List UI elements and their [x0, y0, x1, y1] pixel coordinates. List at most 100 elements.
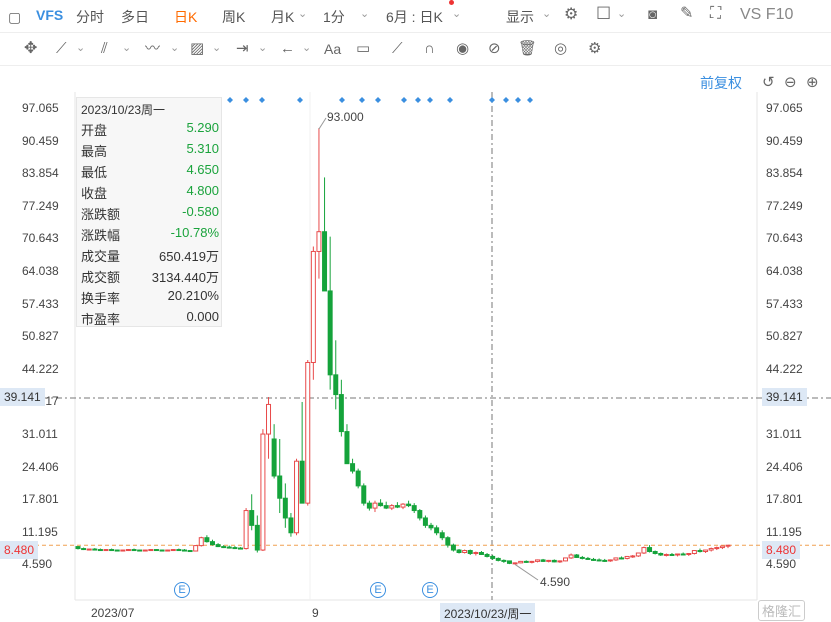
candle-body	[277, 475, 283, 499]
candle-body	[271, 438, 277, 477]
info-date: 2023/10/23周一	[81, 103, 166, 117]
candle-body	[316, 231, 322, 252]
candle-body	[495, 557, 501, 561]
event-diamond	[375, 97, 381, 103]
info-key: 最低	[81, 165, 108, 180]
event-diamond	[227, 97, 233, 103]
candle-body	[675, 553, 681, 556]
candle-body	[579, 556, 585, 559]
candle-body	[714, 547, 720, 550]
info-key: 涨跌额	[81, 207, 121, 222]
y-tick-label-right: 70.643	[766, 231, 803, 246]
candle-body	[624, 555, 630, 559]
candle-body	[473, 552, 479, 555]
candle-body	[534, 559, 540, 562]
candle-body	[462, 550, 468, 554]
candle-body	[518, 560, 524, 564]
candle-body	[680, 553, 686, 556]
y-tick-label-left: 17.801	[22, 492, 59, 507]
y-tick-label-right: 17.801	[766, 492, 803, 507]
candle-body	[563, 557, 568, 562]
event-marker[interactable]: E	[370, 582, 386, 598]
candle-body	[209, 541, 215, 546]
candle-body	[266, 403, 272, 435]
candle-body	[546, 559, 552, 562]
info-value: 20.210%	[167, 288, 219, 303]
y-tick-label-left: 57.433	[22, 296, 59, 311]
candle-body	[142, 549, 148, 552]
event-marker[interactable]: E	[174, 582, 190, 598]
candle-body	[109, 549, 115, 552]
candle-body	[389, 505, 395, 509]
event-diamond	[415, 97, 421, 103]
info-row: 涨跌幅 -10.78%	[81, 225, 219, 246]
crosshair-date-tag: 2023/10/23/周一	[440, 603, 536, 622]
candle-body	[366, 502, 372, 509]
info-value: 3134.440万	[151, 270, 219, 285]
candle-body	[725, 544, 731, 547]
candle-body	[221, 546, 227, 549]
candle-body	[641, 547, 647, 554]
candle-body	[417, 510, 423, 519]
candle-body	[137, 549, 143, 552]
candle-body	[434, 527, 440, 534]
candle-body	[635, 552, 641, 557]
candle-body	[523, 560, 529, 563]
candle-body	[400, 503, 406, 508]
info-value: -10.78%	[170, 225, 219, 240]
y-tick-label-left: 50.827	[22, 329, 59, 344]
event-diamond	[527, 97, 533, 103]
info-value: -0.580	[182, 204, 219, 219]
candle-body	[551, 559, 557, 563]
info-value: 5.290	[186, 120, 219, 135]
y-tick-label-right: 50.827	[766, 329, 803, 344]
candle-body	[165, 549, 171, 552]
candle-body	[506, 560, 512, 564]
candle-body	[708, 548, 714, 551]
y-tick-label-left: 4.590	[22, 557, 53, 572]
candle-body	[327, 290, 333, 376]
event-diamond	[489, 97, 495, 103]
candle-body	[355, 470, 361, 487]
candle-body	[478, 552, 484, 555]
crosshair-price-tag-left: 39.141	[0, 388, 45, 406]
event-diamond	[447, 97, 453, 103]
candle-body	[568, 554, 574, 559]
info-key: 成交量	[81, 249, 121, 264]
candle-body	[294, 460, 300, 534]
candle-body	[176, 549, 182, 552]
candle-body	[512, 562, 518, 565]
info-key: 开盘	[81, 123, 108, 138]
high-pointer	[318, 117, 327, 130]
candle-body	[299, 460, 305, 504]
y-tick-label-right: 31.011	[766, 427, 802, 441]
candle-body	[630, 555, 636, 558]
candle-body	[652, 551, 658, 554]
event-marker[interactable]: E	[422, 582, 438, 598]
event-diamond	[339, 97, 345, 103]
candle-body	[591, 558, 597, 561]
candle-body	[372, 502, 378, 509]
candle-body	[282, 497, 288, 519]
candle-body	[574, 554, 580, 558]
y-tick-label-right: 11.195	[766, 524, 802, 539]
info-row: 开盘 5.290	[81, 120, 219, 141]
event-diamond	[259, 97, 265, 103]
candle-body	[81, 548, 87, 551]
candle-body	[159, 549, 165, 552]
event-diamond	[515, 97, 521, 103]
candle-body	[613, 557, 619, 561]
info-value: 650.419万	[159, 249, 219, 264]
candle-body	[647, 547, 653, 553]
candle-body	[125, 549, 131, 552]
candle-body	[131, 549, 137, 552]
candle-body	[439, 532, 445, 539]
info-row: 成交量 650.419万	[81, 246, 219, 267]
candle-body	[215, 544, 221, 548]
candle-body	[378, 502, 384, 507]
candle-body	[333, 374, 339, 396]
y-tick-label-right: 24.406	[766, 459, 803, 474]
info-row: 换手率 20.210%	[81, 288, 219, 309]
candle-body	[467, 550, 473, 554]
y-tick-label-left: 44.222	[22, 361, 59, 376]
